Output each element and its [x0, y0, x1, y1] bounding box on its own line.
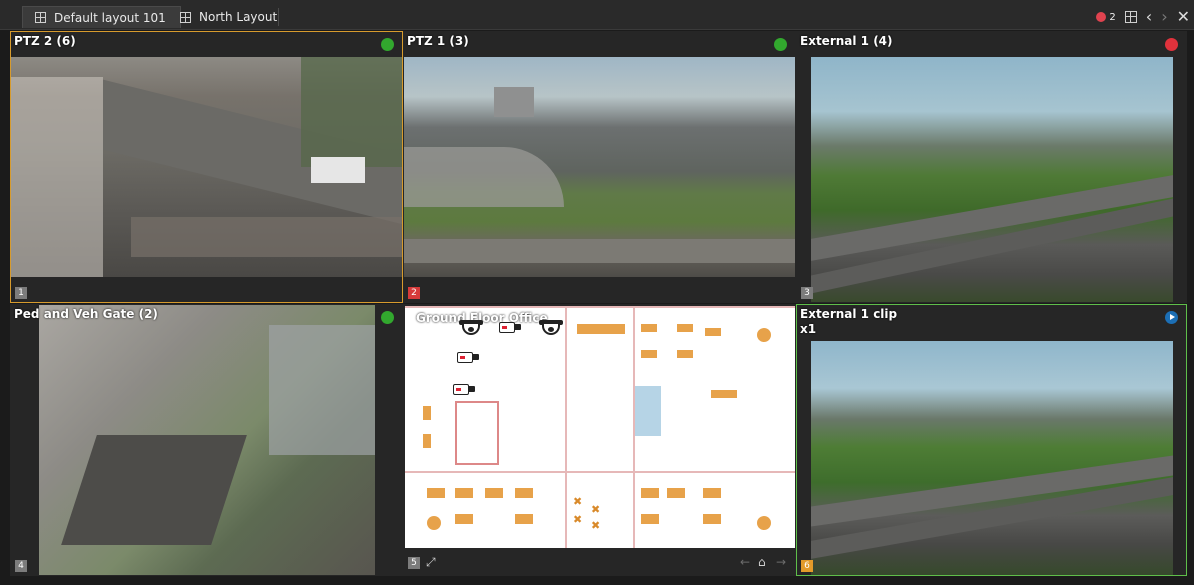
previous-icon[interactable]: ‹	[1146, 9, 1152, 25]
building	[11, 77, 103, 277]
plan-desk	[485, 488, 503, 498]
plan-desk	[455, 514, 473, 524]
plan-desk	[703, 488, 721, 498]
tile-title: External 1 (4)	[800, 34, 893, 48]
layout-grid-icon	[180, 11, 191, 23]
close-icon[interactable]: ✕	[1177, 9, 1190, 25]
parking-lot	[269, 325, 375, 455]
tile-number-badge: 3	[801, 287, 813, 299]
next-icon[interactable]: ›	[1161, 9, 1167, 25]
plan-chair: ✖	[573, 495, 583, 508]
plan-table	[757, 328, 771, 342]
plan-table	[757, 516, 771, 530]
window-controls: 2 ‹ › ✕	[1096, 6, 1190, 28]
tab-label: North Layout	[199, 10, 278, 24]
camera-tile-ptz-2[interactable]: PTZ 2 (6) 1	[10, 31, 403, 303]
plan-room	[455, 401, 499, 465]
map-forward-icon[interactable]: →	[776, 555, 786, 569]
tile-number-badge: 4	[15, 560, 27, 572]
layout-grid-icon	[35, 12, 46, 23]
plan-desk	[455, 488, 473, 498]
camera-tile-ped-veh-gate[interactable]: Ped and Veh Gate (2) 4	[10, 304, 403, 576]
tile-title: Ped and Veh Gate (2)	[14, 307, 158, 321]
city-skyline	[494, 87, 534, 117]
clip-title: External 1 clip	[800, 307, 898, 321]
plan-desk	[423, 406, 431, 420]
plan-wall	[565, 306, 567, 548]
alarm-icon	[1096, 12, 1107, 22]
tile-title: PTZ 1 (3)	[407, 34, 469, 48]
alarm-indicator[interactable]: 2	[1096, 11, 1116, 23]
tab-default-layout[interactable]: Default layout 101	[22, 6, 181, 28]
camera-tile-external-1[interactable]: External 1 (4) 3	[796, 31, 1187, 303]
playback-speed: x1	[800, 322, 817, 336]
plan-desk	[677, 350, 693, 358]
plan-desk	[641, 488, 659, 498]
video-feed[interactable]	[39, 305, 375, 575]
plan-desk	[427, 488, 445, 498]
plan-desk	[515, 488, 533, 498]
plan-wall	[405, 471, 795, 473]
tab-label: Default layout 101	[54, 10, 166, 25]
bus	[311, 157, 365, 183]
playback-tile-external-1-clip[interactable]: External 1 clip x1 6	[796, 304, 1187, 576]
video-feed[interactable]	[811, 341, 1173, 575]
plan-chair: ✖	[591, 519, 601, 532]
plan-table	[427, 516, 441, 530]
alarm-count: 2	[1109, 11, 1116, 23]
layout-grid-icon[interactable]	[1124, 11, 1137, 23]
floor-plan-map[interactable]: ✖ ✖ ✖ ✖	[405, 306, 795, 548]
map-footer: 5 ⤢ ← ⌂ →	[404, 551, 795, 575]
online-status-icon	[381, 38, 394, 51]
camera-icon[interactable]	[453, 382, 475, 396]
trees	[301, 57, 402, 167]
plan-desk	[641, 350, 657, 358]
plan-desk	[711, 390, 737, 398]
tile-number-badge: 1	[15, 287, 27, 299]
plan-desk	[641, 514, 659, 524]
plan-room	[635, 386, 661, 436]
playback-status-icon[interactable]	[1165, 311, 1178, 324]
camera-icon[interactable]	[499, 320, 521, 334]
map-back-icon[interactable]: ←	[740, 555, 750, 569]
plan-desk	[423, 434, 431, 448]
expand-icon[interactable]: ⤢	[426, 555, 436, 570]
video-feed[interactable]	[404, 57, 795, 277]
dome-camera-icon[interactable]	[459, 320, 483, 336]
plan-desk	[667, 488, 685, 498]
camera-icon[interactable]	[457, 350, 479, 364]
sidewalk	[131, 217, 402, 257]
online-status-icon	[774, 38, 787, 51]
plan-chair: ✖	[573, 513, 583, 526]
tile-title: PTZ 2 (6)	[14, 34, 76, 48]
plan-desk	[703, 514, 721, 524]
plan-desk	[515, 514, 533, 524]
layout-tab-bar: Default layout 101 North Layout 2 ‹ › ✕	[0, 0, 1194, 30]
camera-tile-ptz-1[interactable]: PTZ 1 (3) 2	[403, 31, 796, 303]
map-tile[interactable]: ✖ ✖ ✖ ✖ Ground Floor Office 5 ⤢ ← ⌂ →	[403, 304, 796, 576]
parking-lot	[404, 147, 564, 207]
plan-desk	[577, 324, 625, 334]
video-wall-app: Default layout 101 North Layout 2 ‹ › ✕ …	[0, 0, 1194, 585]
tile-number-badge: 5	[408, 557, 420, 569]
recording-status-icon	[1165, 38, 1178, 51]
video-feed[interactable]	[811, 57, 1173, 302]
tile-number-badge: 2	[408, 287, 420, 299]
tile-number-badge: 6	[801, 560, 813, 572]
plan-wall	[405, 306, 795, 308]
video-feed[interactable]	[11, 57, 402, 277]
plan-desk	[641, 324, 657, 332]
tab-divider	[278, 8, 279, 26]
road	[404, 239, 795, 263]
plan-desk	[705, 328, 721, 336]
building-roof	[61, 435, 247, 545]
tab-north-layout[interactable]: North Layout	[168, 6, 291, 28]
map-home-icon[interactable]: ⌂	[758, 555, 766, 569]
tile-title: External 1 clip x1	[800, 307, 897, 337]
online-status-icon	[381, 311, 394, 324]
dome-camera-icon[interactable]	[539, 320, 563, 336]
plan-desk	[677, 324, 693, 332]
plan-chair: ✖	[591, 503, 601, 516]
